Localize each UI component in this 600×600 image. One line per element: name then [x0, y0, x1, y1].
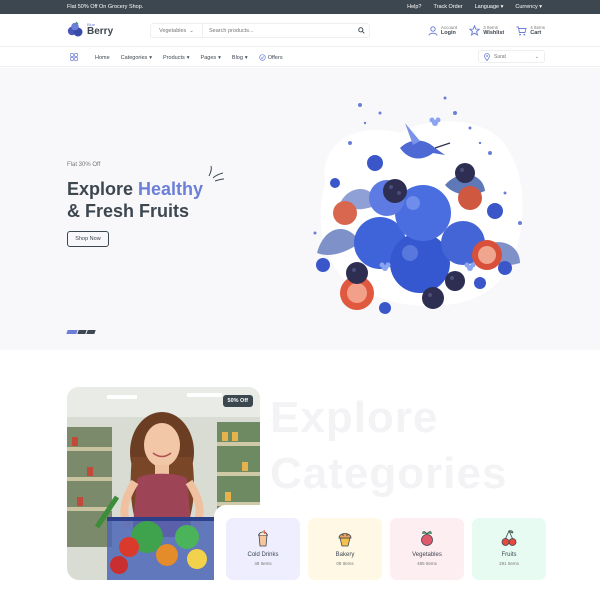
search-input[interactable]	[203, 24, 353, 37]
promo-text: Flat 50% Off On Grocery Shop.	[67, 4, 144, 10]
language-label: Language	[474, 4, 500, 10]
header-actions: Account Login 3 Items Wishlist 4 Items Cart	[428, 25, 545, 37]
search-icon	[357, 27, 365, 34]
cart-label: Cart	[530, 30, 542, 37]
hero-title-line2: & Fresh Fruits	[67, 201, 190, 221]
cart-button[interactable]: 4 Items Cart	[516, 25, 545, 37]
section-watermark: Explore Categories	[270, 390, 507, 502]
hero-title: Explore Healthy & Fresh Fruits	[67, 178, 203, 222]
category-count: 291 Items	[499, 561, 519, 566]
fruits-icon	[501, 530, 517, 546]
hero-tagline: Flat 30% Off	[67, 162, 101, 168]
discount-badge: 50% Off	[222, 395, 253, 407]
cart-icon	[516, 26, 527, 36]
nav-item-label: Products	[163, 54, 185, 61]
category-card-bakery[interactable]: Bakery 08 Items	[308, 518, 382, 580]
bakery-icon	[338, 533, 352, 547]
top-bar: Flat 50% Off On Grocery Shop. Help? Trac…	[0, 0, 600, 14]
slider-dot[interactable]	[86, 330, 96, 334]
search-category-label: Vegetables	[159, 27, 187, 34]
category-card-vegetables[interactable]: Vegetables 485 Items	[390, 518, 464, 580]
account-label: Login	[440, 30, 456, 37]
chevron-down-icon: ▾	[149, 54, 153, 61]
hero-title-part: Explore	[67, 179, 139, 199]
logo-text: Berry	[87, 25, 114, 37]
track-order-link[interactable]: Track Order	[433, 4, 462, 10]
search-category-select[interactable]: Vegetables ⌄	[151, 24, 203, 37]
chevron-down-icon: ⌄	[534, 53, 539, 60]
main-nav: Home Categories ▾ Products ▾ Pages ▾ Blog ▾ …	[0, 47, 600, 67]
category-name: Fruits	[501, 552, 517, 558]
account-button[interactable]: Account Login	[428, 25, 457, 37]
nav-item-blog[interactable]: Blog ▾	[232, 54, 248, 61]
language-dropdown[interactable]: Language ▾	[475, 4, 504, 10]
fruits-illustration	[313, 96, 523, 314]
category-card-cold-drinks[interactable]: Cold Drinks 48 Items	[226, 518, 300, 580]
offer-badge-icon	[259, 54, 266, 61]
hero-title-highlight: Healthy	[138, 179, 204, 199]
hero-banner: Flat 30% Off Explore Healthy & Fresh Fru…	[0, 68, 600, 350]
nav-item-label: Pages	[200, 54, 217, 61]
berry-logo-icon	[67, 21, 83, 37]
wishlist-label: Wishlist	[483, 30, 505, 37]
category-count: 485 Items	[417, 561, 437, 566]
category-name: Bakery	[335, 552, 355, 558]
location-pin-icon	[484, 52, 490, 61]
nav-item-label: Blog	[231, 54, 243, 61]
nav-menu: Home Categories ▾ Products ▾ Pages ▾ Blog ▾ …	[95, 54, 283, 61]
chevron-down-icon: ▾	[244, 54, 248, 61]
search-bar: Vegetables ⌄	[150, 23, 370, 38]
grid-menu-icon[interactable]	[70, 53, 78, 61]
nav-item-categories[interactable]: Categories ▾	[121, 54, 152, 61]
chevron-down-icon: ▾	[500, 4, 504, 10]
category-name: Vegetables	[412, 552, 442, 558]
chevron-down-icon: ▾	[186, 54, 190, 61]
nav-item-pages[interactable]: Pages ▾	[201, 54, 221, 61]
nav-item-home[interactable]: Home	[95, 54, 110, 61]
category-count: 48 Items	[254, 561, 272, 566]
category-count: 08 Items	[336, 561, 354, 566]
nav-item-label: Home	[95, 54, 110, 61]
location-value: Surat	[494, 53, 506, 60]
help-link[interactable]: Help?	[407, 4, 421, 10]
nav-item-offers[interactable]: Offers	[259, 54, 283, 61]
logo[interactable]: Blue Berry	[67, 21, 113, 38]
wishlist-button[interactable]: 3 Items Wishlist	[469, 25, 504, 37]
shop-now-button[interactable]: Shop Now	[67, 231, 109, 247]
chevron-down-icon: ▾	[218, 54, 221, 61]
location-select[interactable]: Surat ⌄	[478, 50, 545, 63]
nav-item-label: Offers	[267, 54, 283, 61]
nav-item-label: Categories	[120, 54, 148, 61]
chevron-down-icon: ⌄	[189, 27, 194, 34]
watermark-line: Categories	[270, 449, 508, 498]
chevron-down-icon: ▾	[539, 4, 542, 10]
vegetables-icon	[421, 531, 433, 546]
sparkle-decoration-icon	[208, 165, 225, 182]
watermark-line: Explore	[270, 393, 439, 442]
currency-label: Currency	[515, 4, 538, 10]
top-links: Help? Track Order Language ▾ Currency ▾	[407, 4, 542, 10]
currency-dropdown[interactable]: Currency ▾	[515, 4, 542, 10]
cold-drink-icon	[258, 529, 268, 547]
star-icon	[469, 25, 481, 37]
category-name: Cold Drinks	[247, 552, 279, 558]
main-header: Blue Berry Vegetables ⌄ AccountLogin 3 I…	[0, 14, 600, 47]
nav-item-products[interactable]: Products ▾	[163, 54, 189, 61]
search-button[interactable]	[353, 27, 369, 34]
user-icon	[428, 26, 438, 36]
slider-dots	[66, 330, 96, 334]
slider-dot-active[interactable]	[66, 330, 78, 334]
category-card-fruits[interactable]: Fruits 291 Items	[472, 518, 546, 580]
